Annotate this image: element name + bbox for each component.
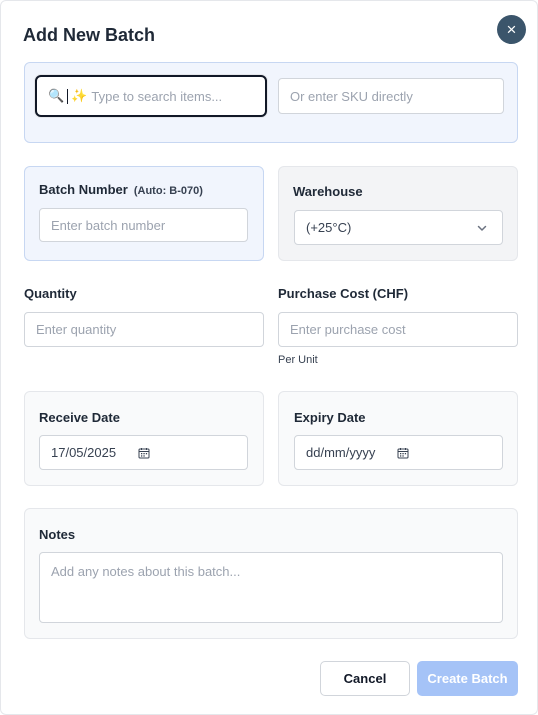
search-icons: 🔍 ✨ [48, 88, 87, 104]
purchase-cost-input[interactable]: Enter purchase cost [278, 312, 518, 347]
quantity-label: Quantity [24, 286, 77, 301]
add-batch-dialog: Add New Batch × 🔍 ✨ Type to search items… [0, 0, 538, 715]
calendar-icon[interactable] [397, 447, 409, 459]
warehouse-select[interactable]: (+25°C) [294, 210, 503, 245]
expiry-date-panel: Expiry Date dd/mm/yyyy [278, 391, 518, 486]
create-batch-button[interactable]: Create Batch [417, 661, 518, 696]
receive-date-value: 17/05/2025 [51, 445, 117, 460]
notes-label: Notes [39, 527, 76, 542]
receive-date-input[interactable]: 17/05/2025 [39, 435, 248, 470]
sku-input[interactable]: Or enter SKU directly [278, 78, 504, 114]
warehouse-selected: (+25°C) [306, 220, 352, 235]
quantity-placeholder: Enter quantity [36, 322, 117, 337]
purchase-cost-label: Purchase Cost (CHF) [278, 286, 409, 301]
dialog-title: Add New Batch [23, 25, 156, 45]
expiry-date-label: Expiry Date [294, 410, 366, 425]
per-unit-hint: Per Unit [278, 354, 318, 366]
purchase-cost-placeholder: Enter purchase cost [290, 322, 406, 337]
search-icon: 🔍 [48, 88, 65, 103]
batch-auto-hint: (Auto: B-070) [133, 185, 203, 197]
sparkle-icon: ✨ [71, 88, 88, 103]
notes-textarea[interactable]: Add any notes about this batch... [39, 552, 503, 623]
sku-placeholder: Or enter SKU directly [290, 88, 413, 104]
text-caret [67, 88, 69, 104]
batch-number-panel: Batch Number (Auto: B-070) Enter batch nu… [24, 166, 264, 261]
receive-date-panel: Receive Date 17/05/2025 [24, 391, 264, 486]
warehouse-label: Warehouse [293, 184, 363, 199]
calendar-icon[interactable] [138, 447, 150, 459]
notes-panel: Notes Add any notes about this batch... [24, 508, 518, 639]
notes-placeholder: Add any notes about this batch... [51, 564, 241, 579]
batch-number-label-text: Batch Number [39, 182, 128, 197]
batch-number-label: Batch Number (Auto: B-070) [39, 182, 203, 197]
receive-date-label: Receive Date [39, 410, 120, 425]
item-search-panel: 🔍 ✨ Type to search items... Or enter SKU… [24, 62, 518, 143]
expiry-date-input[interactable]: dd/mm/yyyy [294, 435, 503, 470]
item-search-input[interactable]: 🔍 ✨ Type to search items... [35, 75, 267, 117]
expiry-date-value: dd/mm/yyyy [306, 445, 376, 460]
search-placeholder: Type to search items... [91, 88, 223, 104]
close-icon: × [506, 20, 517, 39]
cancel-button[interactable]: Cancel [320, 661, 410, 696]
batch-number-input[interactable]: Enter batch number [39, 208, 248, 242]
batch-number-placeholder: Enter batch number [51, 217, 166, 233]
warehouse-panel: Warehouse (+25°C) [278, 166, 518, 261]
chevron-down-icon [476, 222, 488, 234]
close-button[interactable]: × [497, 15, 526, 44]
quantity-input[interactable]: Enter quantity [24, 312, 264, 347]
